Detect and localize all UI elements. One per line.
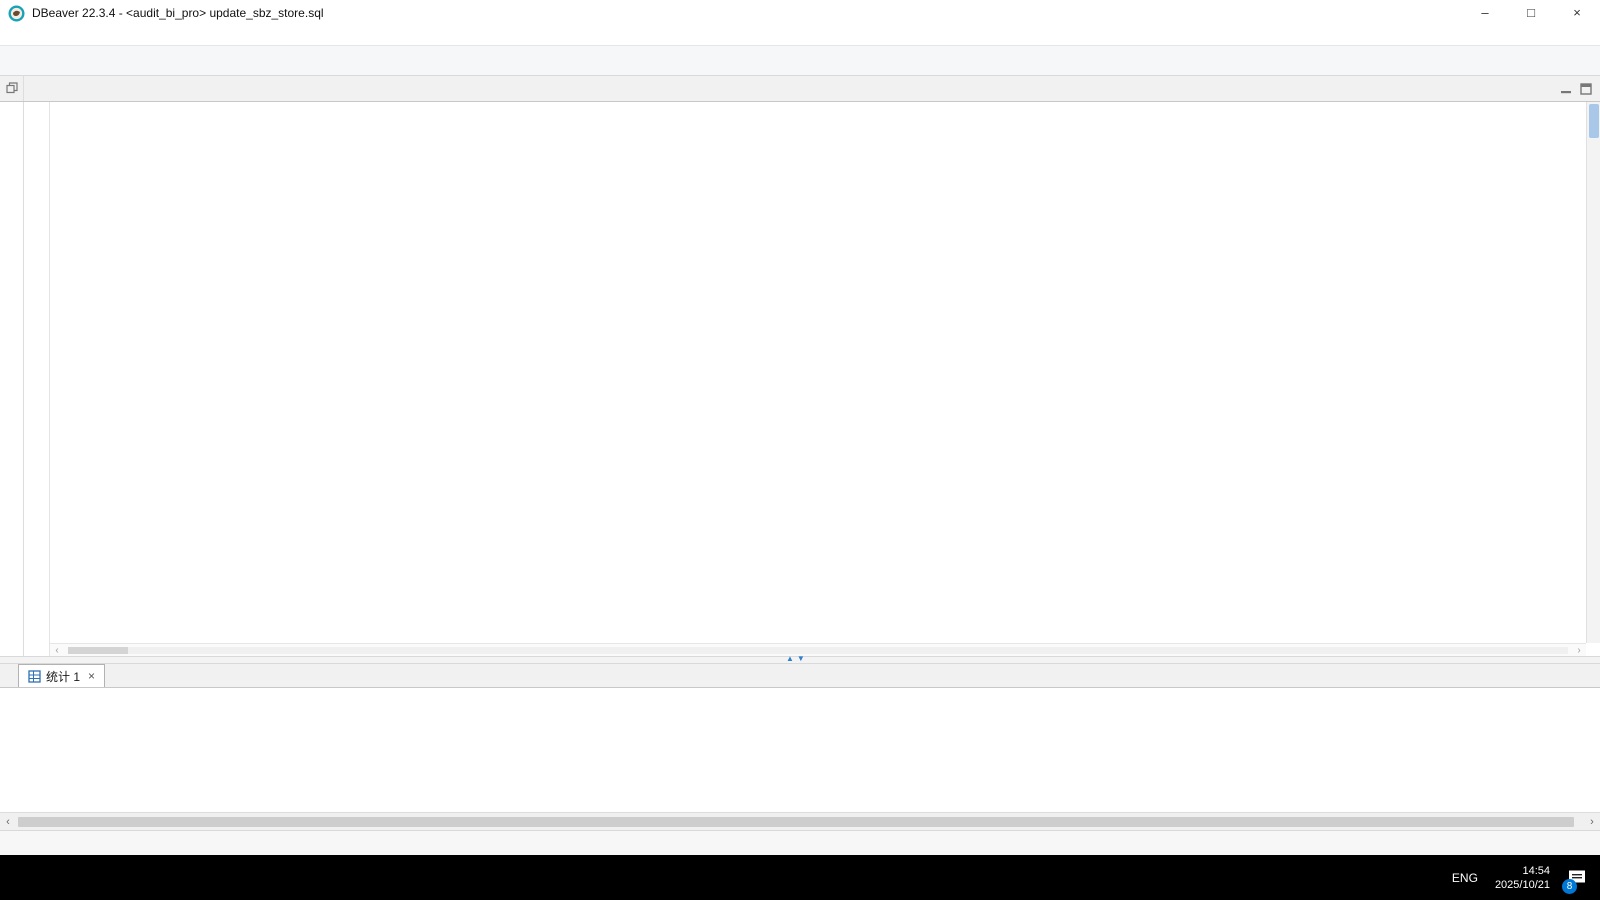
maximize-button[interactable]: □ bbox=[1508, 0, 1554, 26]
minimize-button[interactable]: – bbox=[1462, 0, 1508, 26]
close-button[interactable]: × bbox=[1554, 0, 1600, 26]
scroll-left-icon[interactable]: ‹ bbox=[50, 645, 64, 656]
sash-collapse-icon[interactable]: ▼ bbox=[797, 654, 805, 663]
notification-badge: 8 bbox=[1562, 879, 1577, 894]
date-label: 2025/10/21 bbox=[1495, 878, 1550, 892]
results-tab-bar: 统计 1 × bbox=[0, 664, 1600, 688]
main-area: ‹ › bbox=[0, 102, 1600, 656]
editor-horizontal-scrollbar[interactable]: ‹ › bbox=[50, 643, 1586, 656]
sql-editor[interactable]: ‹ › bbox=[50, 102, 1600, 656]
results-tab-label: 统计 1 bbox=[46, 668, 80, 685]
editor-tab-bar bbox=[0, 76, 1600, 102]
scroll-thumb[interactable] bbox=[1589, 104, 1599, 138]
dbeaver-logo-icon bbox=[8, 5, 25, 22]
scroll-left-icon[interactable]: ‹ bbox=[0, 816, 16, 828]
window-title: DBeaver 22.3.4 - <audit_bi_pro> update_s… bbox=[32, 6, 1462, 20]
main-toolbar bbox=[0, 46, 1600, 76]
scroll-right-icon[interactable]: › bbox=[1572, 645, 1586, 656]
status-bar bbox=[0, 830, 1600, 855]
clock[interactable]: 14:54 2025/10/21 bbox=[1487, 864, 1558, 892]
grid-icon bbox=[28, 670, 41, 683]
statistics-table bbox=[0, 688, 1600, 812]
time-label: 14:54 bbox=[1495, 864, 1550, 878]
panel-horizontal-scrollbar[interactable]: ‹ › bbox=[0, 812, 1600, 830]
sash-expand-icon[interactable]: ▲ bbox=[786, 654, 794, 663]
tab-statistics[interactable]: 统计 1 × bbox=[18, 664, 105, 687]
code-area[interactable] bbox=[50, 104, 1586, 643]
panel-sash[interactable]: ▲ ▼ bbox=[0, 656, 1600, 664]
scroll-thumb[interactable] bbox=[18, 817, 1574, 827]
title-bar: DBeaver 22.3.4 - <audit_bi_pro> update_s… bbox=[0, 0, 1600, 26]
collapsed-navigator-strip bbox=[0, 102, 24, 656]
maximize-editor-icon[interactable] bbox=[1580, 83, 1592, 95]
scroll-thumb[interactable] bbox=[68, 647, 128, 654]
minimize-editor-icon[interactable] bbox=[1560, 83, 1572, 95]
notification-center-icon[interactable]: 8 bbox=[1560, 855, 1594, 900]
language-indicator[interactable]: ENG bbox=[1445, 855, 1485, 900]
restore-panel-icon[interactable] bbox=[0, 75, 24, 101]
scroll-right-icon[interactable]: › bbox=[1584, 816, 1600, 828]
editor-side-toolbar bbox=[24, 102, 50, 656]
editor-vertical-scrollbar[interactable] bbox=[1586, 102, 1600, 643]
windows-taskbar: ENG 14:54 2025/10/21 8 bbox=[0, 855, 1600, 900]
close-tab-icon[interactable]: × bbox=[88, 669, 95, 683]
menu-bar bbox=[0, 26, 1600, 46]
